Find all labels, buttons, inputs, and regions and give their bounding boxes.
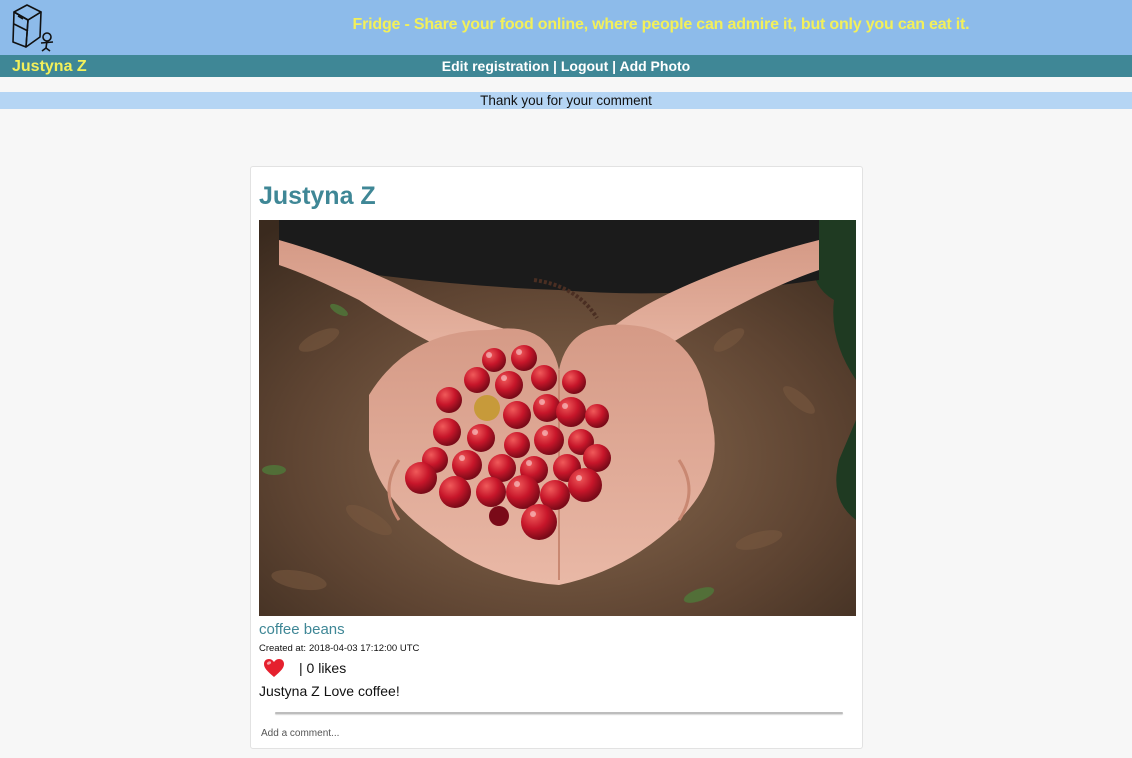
logout-link[interactable]: Logout — [561, 58, 608, 74]
top-banner: Fridge - Share your food online, where p… — [0, 0, 1132, 55]
comment-author: Justyna Z — [259, 683, 320, 699]
post-photo[interactable] — [259, 220, 856, 616]
comment-text: Love coffee! — [323, 683, 400, 699]
edit-registration-link[interactable]: Edit registration — [442, 58, 549, 74]
nav-bar: Justyna Z Edit registration | Logout | A… — [0, 55, 1132, 77]
flash-notice: Thank you for your comment — [0, 92, 1132, 109]
likes-row: | 0 likes — [263, 657, 346, 679]
post-author-link[interactable]: Justyna Z — [259, 182, 376, 211]
add-comment-input[interactable] — [259, 712, 856, 742]
nav-links: Edit registration | Logout | Add Photo — [0, 58, 1132, 74]
likes-count: | 0 likes — [299, 660, 347, 676]
fridge-logo-icon[interactable] — [10, 2, 58, 52]
nav-separator: | — [549, 58, 561, 74]
created-at: Created at: 2018-04-03 17:12:00 UTC — [259, 643, 419, 654]
photo-card: Justyna Z coffee beans Created at: 2018-… — [250, 166, 863, 749]
add-photo-link[interactable]: Add Photo — [619, 58, 690, 74]
comment-item: Justyna Z Love coffee! — [259, 683, 400, 699]
created-value: 2018-04-03 17:12:00 UTC — [309, 643, 420, 654]
photo-title-link[interactable]: coffee beans — [259, 621, 345, 638]
site-tagline: Fridge - Share your food online, where p… — [352, 16, 970, 33]
created-label: Created at: — [259, 643, 306, 654]
heart-icon[interactable] — [263, 658, 285, 678]
nav-separator: | — [608, 58, 620, 74]
